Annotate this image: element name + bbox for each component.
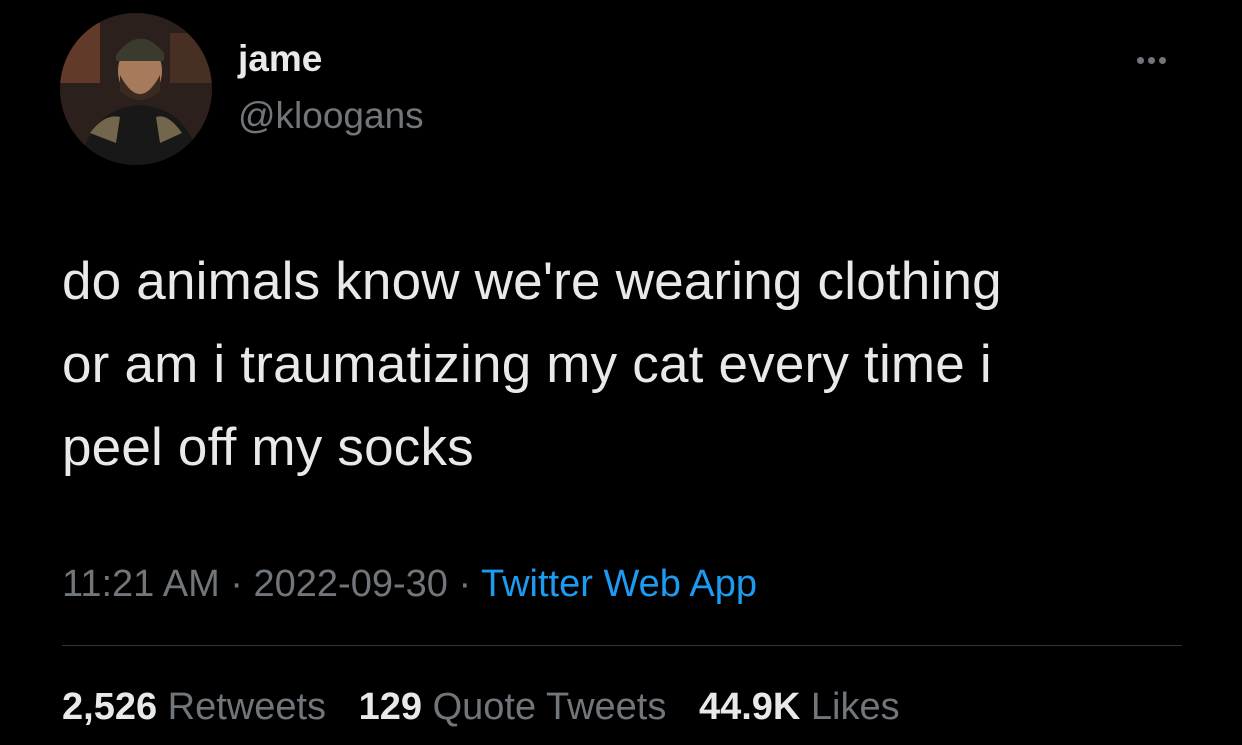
likes-count: 44.9K	[698, 686, 801, 728]
meta-separator: ·	[458, 563, 472, 605]
quote-tweets-stat[interactable]: 129 Quote Tweets	[359, 686, 677, 728]
tweet-metadata: 11:21 AM · 2022-09-30 · Twitter Web App	[62, 560, 757, 608]
more-dot	[1136, 56, 1144, 64]
tweet-card: jame @kloogans do animals know we're wea…	[0, 0, 1242, 745]
retweets-count: 2,526	[62, 686, 158, 728]
likes-stat[interactable]: 44.9K Likes	[699, 686, 900, 728]
author-name[interactable]: jame	[238, 40, 322, 77]
retweets-stat[interactable]: 2,526 Retweets	[62, 686, 337, 728]
tweet-date[interactable]: 2022-09-30	[254, 563, 448, 605]
tweet-source-link[interactable]: Twitter Web App	[481, 563, 757, 605]
avatar[interactable]	[60, 13, 212, 165]
avatar-image	[60, 13, 212, 165]
tweet-stats: 2,526 Retweets 129 Quote Tweets 44.9K Li…	[62, 683, 922, 731]
tweet-text-line: do animals know we're wearing clothing	[62, 252, 1002, 311]
more-dot	[1147, 56, 1155, 64]
more-dot	[1158, 56, 1166, 64]
quote-tweets-count: 129	[358, 686, 423, 728]
tweet-text-line: peel off my socks	[62, 418, 474, 477]
meta-separator: ·	[230, 563, 243, 605]
quote-tweets-label: Quote Tweets	[432, 686, 667, 728]
tweet-text: do animals know we're wearing clothing o…	[62, 240, 1202, 489]
tweet-time[interactable]: 11:21 AM	[62, 563, 220, 605]
author-handle[interactable]: @kloogans	[238, 97, 424, 134]
tweet-text-line: or am i traumatizing my cat every time i	[62, 335, 992, 394]
likes-label: Likes	[810, 686, 900, 728]
divider	[62, 645, 1182, 646]
more-options-icon[interactable]	[1126, 48, 1176, 72]
retweets-label: Retweets	[167, 686, 327, 728]
